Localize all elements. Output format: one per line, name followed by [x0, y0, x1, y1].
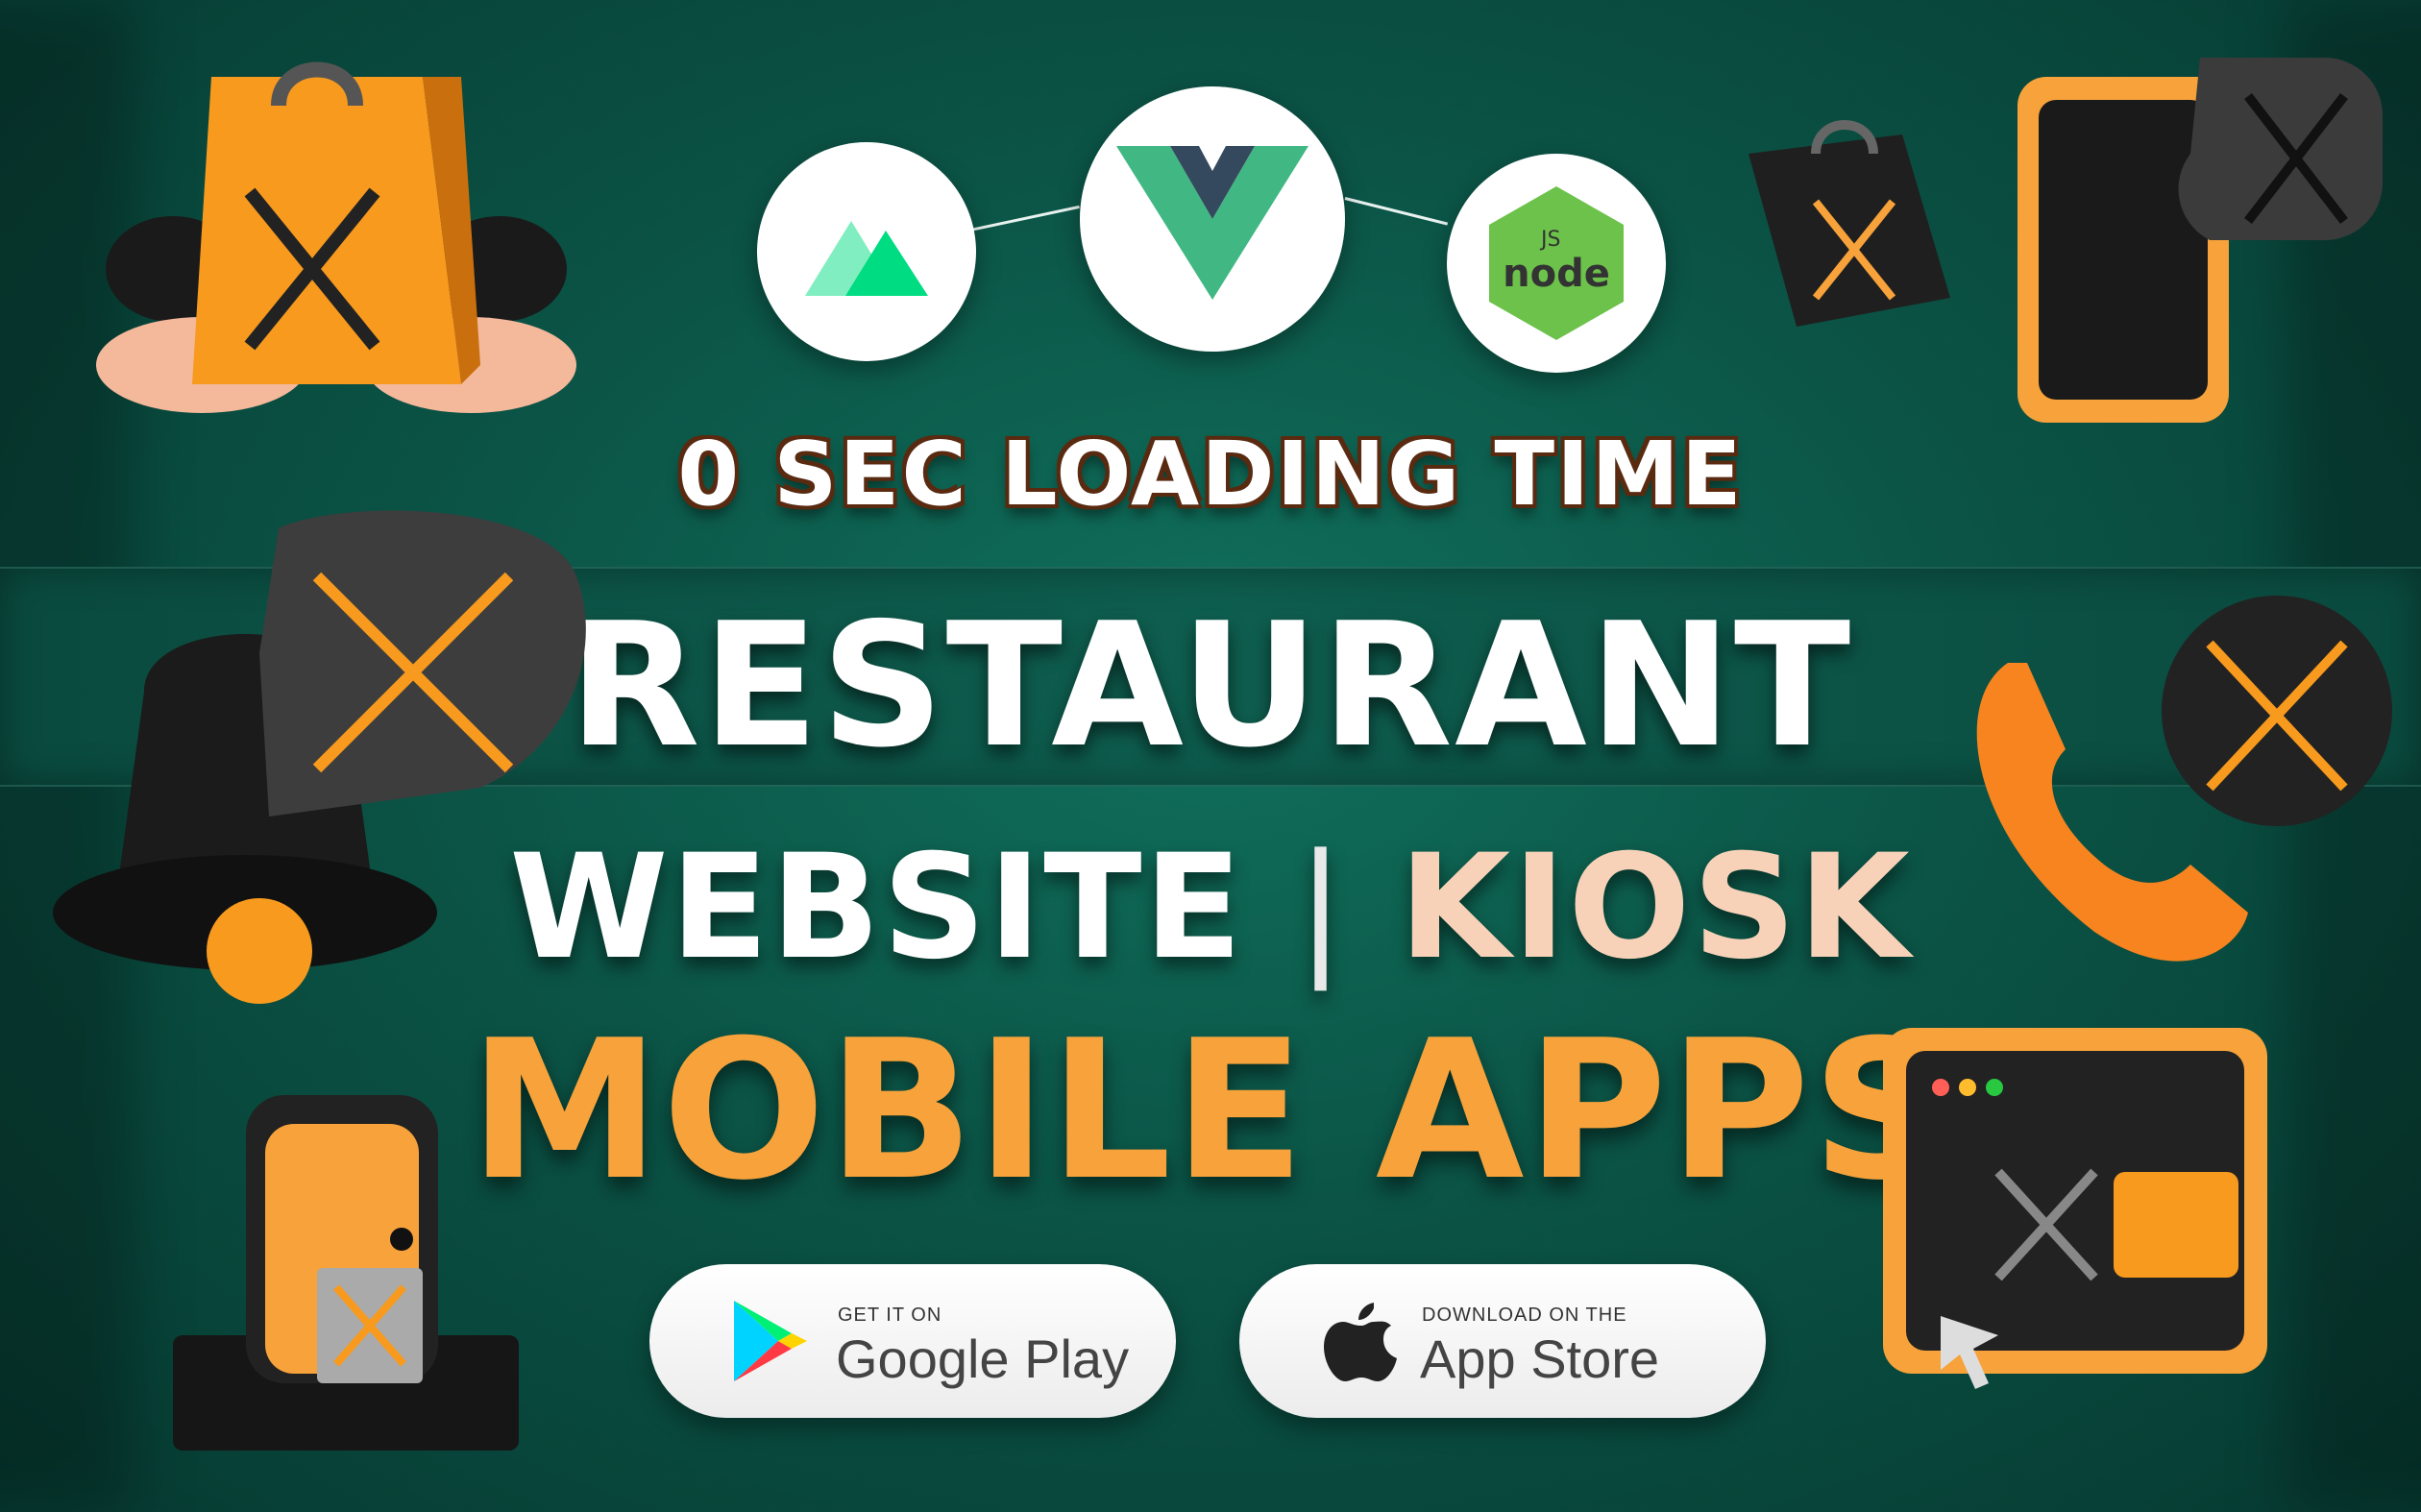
google-play-button[interactable]: GET IT ON Google Play: [649, 1264, 1176, 1418]
door-bag-icon: [173, 1095, 519, 1451]
node-js-text: JS: [1539, 228, 1560, 252]
shopping-bag-hands-icon: [96, 61, 576, 413]
connector-left: [969, 205, 1080, 232]
apple-icon: [1324, 1303, 1397, 1381]
app-store-button[interactable]: DOWNLOAD ON THE App Store: [1239, 1264, 1766, 1418]
website-text: WEBSITE: [509, 824, 1245, 991]
app-store-big-text: App Store: [1420, 1329, 1660, 1389]
node-text: node: [1503, 252, 1610, 296]
vue-logo: [1080, 86, 1345, 352]
tablet-chat-icon: [2018, 58, 2383, 423]
phone-chat-icon: [1976, 596, 2392, 962]
google-play-small-text: GET IT ON: [838, 1305, 942, 1326]
kiosk-text: KIOSK: [1399, 824, 1912, 991]
google-play-icon: [734, 1301, 807, 1381]
separator-text: |: [1296, 824, 1347, 991]
connector-right: [1344, 197, 1449, 226]
google-play-big-text: Google Play: [836, 1329, 1130, 1389]
shopping-bag-small-icon: [1748, 120, 1950, 327]
app-store-small-text: DOWNLOAD ON THE: [1422, 1305, 1627, 1326]
bell-chat-icon: [53, 510, 586, 1004]
browser-card-icon: [1883, 1028, 2267, 1389]
node-logo: JS node: [1447, 154, 1666, 373]
nuxt-logo: [757, 142, 976, 361]
